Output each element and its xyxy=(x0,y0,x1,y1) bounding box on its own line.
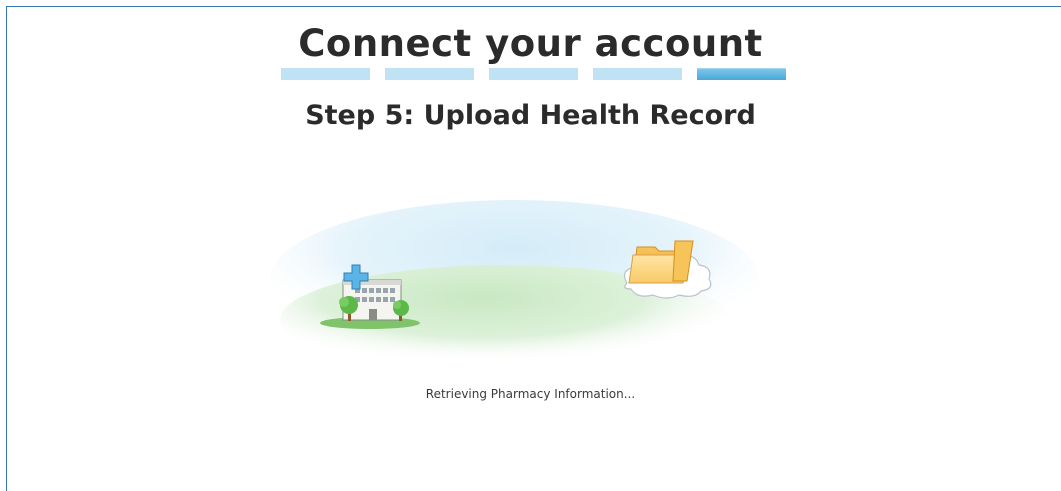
progress-step-5 xyxy=(697,68,786,80)
progress-step-2 xyxy=(385,68,474,80)
progress-step-3 xyxy=(489,68,578,80)
progress-step-4 xyxy=(593,68,682,80)
status-message: Retrieving Pharmacy Information... xyxy=(425,387,636,401)
upload-illustration xyxy=(265,195,765,375)
step-progress-bar xyxy=(281,68,786,80)
page-title: Connect your account xyxy=(298,22,763,65)
progress-step-1 xyxy=(281,68,370,80)
step-title: Step 5: Upload Health Record xyxy=(305,100,756,131)
